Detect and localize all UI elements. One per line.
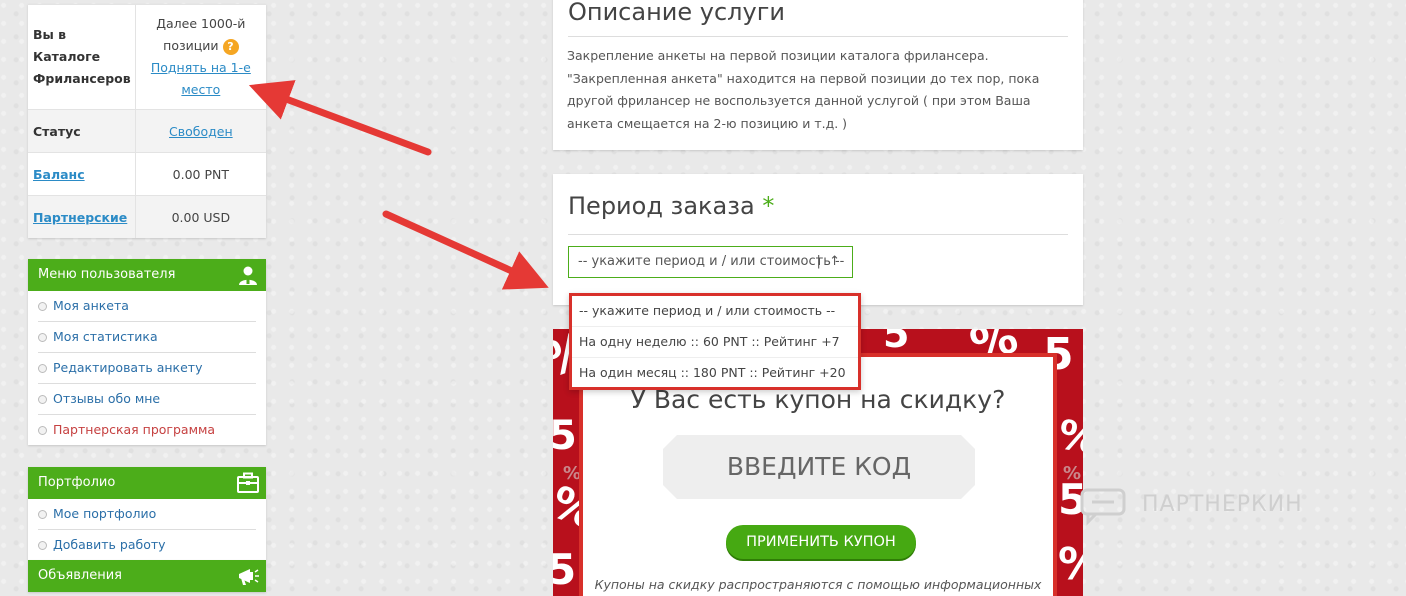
arrow-to-dropdown bbox=[382, 210, 549, 290]
arrow-to-raise-link bbox=[248, 80, 432, 156]
annotation-arrows bbox=[248, 80, 549, 290]
